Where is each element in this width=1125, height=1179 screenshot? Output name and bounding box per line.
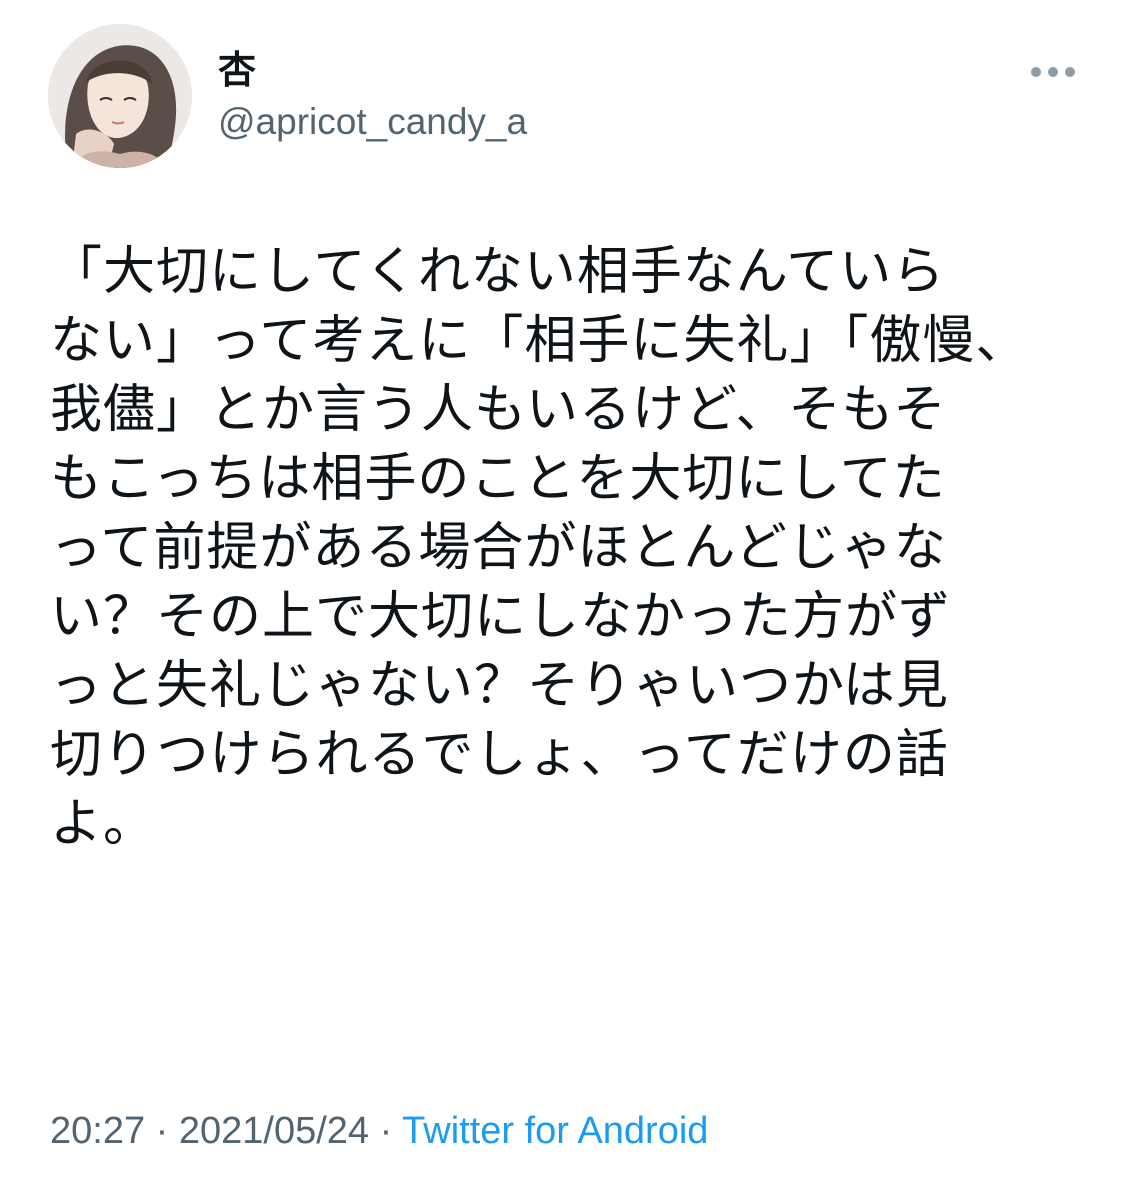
ellipsis-icon[interactable]	[1020, 52, 1086, 92]
ellipsis-dot	[1048, 67, 1058, 77]
meta-separator: ·	[379, 1110, 393, 1152]
tweet-source-link[interactable]: Twitter for Android	[402, 1110, 708, 1152]
tweet-text-line: い？その上で大切にしなかった方がず	[50, 587, 952, 647]
user-handle[interactable]: @apricot_candy_a	[218, 98, 527, 146]
tweet-text-line: もこっちは相手のことを大切にしてた	[50, 449, 946, 509]
tweet-text-line: って前提がある場合がほとんどじゃな	[50, 518, 947, 578]
avatar[interactable]	[48, 24, 192, 168]
ellipsis-dot	[1065, 67, 1075, 77]
tweet-text-line: よ。	[50, 794, 157, 854]
ellipsis-dot	[1031, 67, 1041, 77]
tweet-meta: 20:27 · 2021/05/24 · Twitter for Android	[50, 1104, 708, 1158]
tweet-text-line: 「大切にしてくれない相手なんていら	[50, 242, 946, 302]
profile-avatar-illustration	[48, 24, 192, 168]
tweet-text-line: 我儘」とか言う人もいるけど、そもそ	[50, 380, 947, 440]
tweet-text-line: ない」って考えに「相手に失礼」「傲慢、	[50, 311, 1029, 371]
tweet-date[interactable]: 2021/05/24	[179, 1110, 369, 1152]
display-name[interactable]: 杏	[218, 46, 256, 94]
tweet-text-line: 切りつけられるでしょ、ってだけの話	[50, 725, 949, 785]
tweet-text: 「大切にしてくれない相手なんていら ない」って考えに「相手に失礼」「傲慢、 我儘…	[50, 238, 1060, 859]
tweet-text-line: っと失礼じゃない？そりゃいつかは見	[50, 656, 949, 716]
meta-separator: ·	[155, 1110, 169, 1152]
tweet-time[interactable]: 20:27	[50, 1110, 145, 1152]
